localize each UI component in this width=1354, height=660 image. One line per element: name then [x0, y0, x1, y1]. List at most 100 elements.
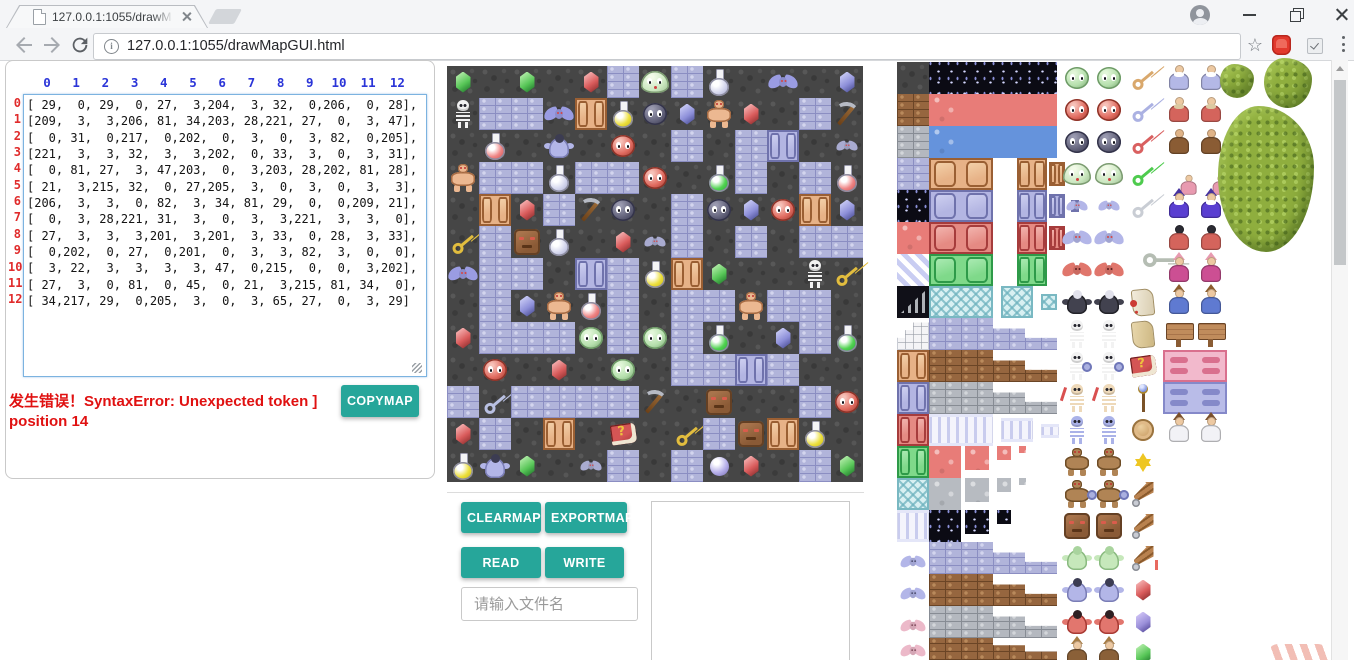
palette-tile-starry-sky[interactable] — [897, 190, 929, 222]
palette-tile-brown-brick-steps[interactable] — [929, 350, 1057, 382]
map-tile-dark-floor[interactable] — [703, 226, 735, 258]
palette-tile-blue-skeleton[interactable] — [1061, 414, 1093, 446]
palette-tile-white-pillar[interactable] — [897, 510, 929, 542]
palette-tile-pink-fairy[interactable] — [1163, 158, 1195, 190]
palette-tile-skeleton-sword[interactable] — [1061, 382, 1093, 414]
map-tile-dark-floor[interactable] — [575, 354, 607, 386]
map-tile-lavender-brick[interactable] — [479, 418, 511, 450]
read-button[interactable]: READ — [461, 547, 541, 578]
palette-tile-lavender-ghost[interactable] — [1061, 574, 1093, 606]
map-tile-dark-floor[interactable] — [831, 418, 863, 450]
map-tile-lavender-brick[interactable] — [479, 322, 511, 354]
map-tile-orange-door[interactable] — [799, 194, 831, 226]
map-tile-lavender-brick[interactable] — [607, 386, 639, 418]
map-tile-orange-door[interactable] — [575, 98, 607, 130]
palette-tile-gray-tile[interactable] — [997, 478, 1011, 492]
reload-button[interactable] — [68, 33, 92, 57]
palette-tile-green-zombie[interactable] — [1061, 542, 1093, 574]
map-tile-lavender-brick[interactable] — [671, 450, 703, 482]
map-tile-dark-floor[interactable] — [767, 386, 799, 418]
map-tile-purple-door[interactable] — [767, 130, 799, 162]
palette-tile-stone-golem[interactable] — [1061, 510, 1093, 542]
palette-tile-brown-brick-steps[interactable] — [929, 574, 1057, 606]
map-tile-red-potion[interactable] — [831, 162, 863, 194]
map-tile-lavender-brick[interactable] — [543, 322, 575, 354]
map-tile-dark-floor[interactable] — [639, 450, 671, 482]
clearmap-button[interactable]: CLEARMAP — [461, 502, 541, 533]
profile-avatar-icon[interactable] — [1190, 5, 1210, 25]
palette-tile-white-bride[interactable] — [1163, 414, 1195, 446]
palette-tile-bronze-medal[interactable] — [1127, 414, 1159, 446]
palette-tile-big-slime[interactable] — [1093, 158, 1125, 190]
map-tile-red-potion[interactable] — [575, 290, 607, 322]
palette-tile-gray-brick-steps[interactable] — [929, 606, 1057, 638]
map-tile-orange-golem[interactable] — [447, 162, 479, 194]
palette-tile-red-ball[interactable] — [1093, 94, 1125, 126]
palette-tile-ornate-key[interactable] — [1127, 226, 1159, 258]
palette-tile-green-zombie[interactable] — [1093, 542, 1125, 574]
palette-tile-lavender-door[interactable] — [1017, 190, 1047, 222]
palette-tile-blue-wizard[interactable] — [1163, 190, 1195, 222]
map-tile-dark-floor[interactable] — [639, 130, 671, 162]
map-tile-green-gem[interactable] — [703, 258, 735, 290]
palette-tile-lavender-brick-steps[interactable] — [929, 542, 1057, 574]
map-tile-dark-floor[interactable] — [735, 66, 767, 98]
palette-tile-lavender-brick-steps[interactable] — [929, 318, 1057, 350]
map-tile-blue-gem[interactable] — [831, 194, 863, 226]
map-tile-lavender-brick[interactable] — [799, 162, 831, 194]
map-tile-dark-ball[interactable] — [639, 98, 671, 130]
map-tile-blue-gem[interactable] — [671, 98, 703, 130]
map-tile-red-gem[interactable] — [735, 98, 767, 130]
page-info-icon[interactable] — [104, 39, 119, 54]
map-tile-green-potion[interactable] — [703, 322, 735, 354]
palette-tile-gray-brick-steps[interactable] — [929, 382, 1057, 414]
palette-tile-red-dwarf[interactable] — [1163, 94, 1195, 126]
map-tile-lavender-brick[interactable] — [511, 162, 543, 194]
map-tile-dark-floor[interactable] — [735, 386, 767, 418]
map-tile-skeleton[interactable] — [799, 258, 831, 290]
map-tile-lavender-brick[interactable] — [671, 194, 703, 226]
map-tile-lavender-brick[interactable] — [799, 386, 831, 418]
palette-tile-gray-tile[interactable] — [965, 478, 989, 502]
palette-tile-orange-door[interactable] — [897, 350, 929, 382]
palette-tile-gray-brick[interactable] — [897, 126, 929, 158]
map-tile-lavender-brick[interactable] — [575, 386, 607, 418]
palette-tile-starry-sky[interactable] — [929, 510, 961, 542]
palette-tile-green-door[interactable] — [1017, 254, 1047, 286]
exportmap-button[interactable]: EXPORTMAP — [545, 502, 627, 533]
window-minimize-button[interactable] — [1241, 6, 1259, 24]
copymap-button[interactable]: COPYMAP — [341, 385, 419, 417]
map-tile-lavender-brick[interactable] — [607, 290, 639, 322]
map-tile-lavender-brick[interactable] — [607, 162, 639, 194]
palette-tile-white-wizard[interactable] — [1163, 62, 1195, 94]
palette-tile-red-key[interactable] — [1127, 126, 1159, 158]
palette-tile-wood-sign[interactable] — [1163, 318, 1195, 350]
palette-tile-green-door[interactable] — [897, 446, 929, 478]
map-tile-lavender-brick[interactable] — [735, 226, 767, 258]
palette-tile-wood-sign[interactable] — [1195, 318, 1227, 350]
map-tile-dark-floor[interactable] — [767, 450, 799, 482]
map-tile-dark-floor[interactable] — [447, 194, 479, 226]
palette-tile-white-pillar[interactable] — [1041, 424, 1059, 438]
map-tile-blue-gem[interactable] — [767, 322, 799, 354]
palette-tile-skeleton[interactable] — [1061, 318, 1093, 350]
map-tile-stone-golem[interactable] — [735, 418, 767, 450]
palette-tile-red-ghost[interactable] — [1061, 606, 1093, 638]
map-tile-purple-orb[interactable] — [703, 450, 735, 482]
palette-tile-lavender-moth[interactable] — [897, 546, 929, 578]
palette-tile-red-bat[interactable] — [1061, 254, 1093, 286]
map-tile-lavender-brick[interactable] — [799, 450, 831, 482]
map-tile-red-ball[interactable] — [479, 354, 511, 386]
map-tile-dark-floor[interactable] — [639, 354, 671, 386]
map-tile-dark-floor[interactable] — [767, 258, 799, 290]
address-bar[interactable]: 127.0.0.1:1055/drawMapGUI.html — [93, 33, 1241, 60]
map-tile-dark-floor[interactable] — [799, 354, 831, 386]
map-tile-pickaxe[interactable] — [575, 194, 607, 226]
back-button[interactable] — [12, 33, 36, 57]
palette-tile-pink-moth[interactable] — [897, 610, 929, 642]
map-tile-yellow-potion[interactable] — [799, 418, 831, 450]
palette-tile-diagonal-stripes[interactable] — [897, 254, 929, 286]
map-tile-dark-floor[interactable] — [543, 258, 575, 290]
map-tile-lavender-brick[interactable] — [511, 322, 543, 354]
map-tile-lavender-brick[interactable] — [735, 130, 767, 162]
